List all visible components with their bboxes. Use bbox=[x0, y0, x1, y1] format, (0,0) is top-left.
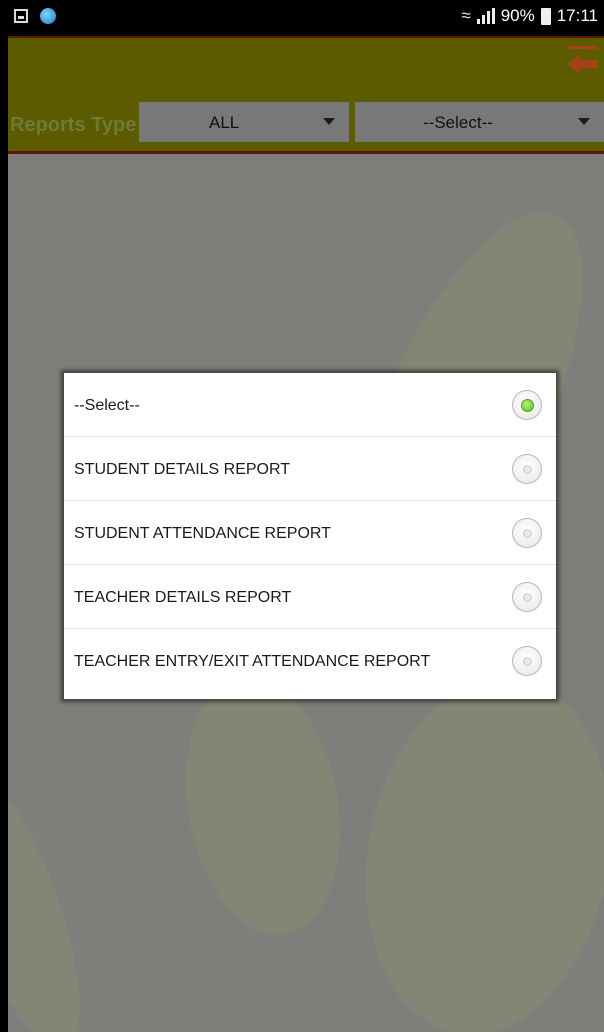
report-type-dropdown[interactable]: ALL bbox=[139, 102, 349, 142]
status-bar: ≈ 90% 17:11 bbox=[0, 0, 604, 36]
gallery-icon bbox=[14, 9, 28, 23]
option-teacher-entry-exit-attendance-report[interactable]: TEACHER ENTRY/EXIT ATTENDANCE REPORT bbox=[64, 629, 556, 695]
dropdown-arrow-icon bbox=[578, 118, 590, 125]
phone-screen: ≈ 90% 17:11 Reports Type ALL --Select-- … bbox=[0, 0, 604, 1032]
report-name-dropdown[interactable]: --Select-- bbox=[355, 102, 604, 142]
radio-unselected-icon[interactable] bbox=[512, 646, 542, 676]
option-teacher-details-report[interactable]: TEACHER DETAILS REPORT bbox=[64, 565, 556, 629]
background-leaf-decoration bbox=[8, 749, 107, 1032]
battery-icon bbox=[540, 7, 551, 25]
dropdown-arrow-icon bbox=[323, 118, 335, 125]
radio-selected-icon[interactable] bbox=[512, 390, 542, 420]
option-student-attendance-report[interactable]: STUDENT ATTENDANCE REPORT bbox=[64, 501, 556, 565]
report-type-value: ALL bbox=[209, 113, 240, 132]
background-leaf-decoration bbox=[338, 657, 604, 1032]
clock-time: 17:11 bbox=[556, 6, 598, 25]
option-label: TEACHER ENTRY/EXIT ATTENDANCE REPORT bbox=[74, 653, 431, 670]
option-student-details-report[interactable]: STUDENT DETAILS REPORT bbox=[64, 437, 556, 501]
report-select-dialog: --Select-- STUDENT DETAILS REPORT STUDEN… bbox=[64, 373, 556, 699]
background-leaf-decoration bbox=[166, 664, 360, 948]
option-select[interactable]: --Select-- bbox=[64, 373, 556, 437]
back-arrow-icon[interactable] bbox=[568, 46, 598, 76]
app-icon bbox=[40, 8, 56, 24]
signal-icon bbox=[476, 8, 495, 24]
status-right: ≈ 90% 17:11 bbox=[461, 6, 598, 26]
option-label: STUDENT DETAILS REPORT bbox=[74, 461, 291, 478]
report-name-value: --Select-- bbox=[423, 113, 493, 132]
status-left-icons bbox=[14, 8, 56, 24]
option-label: STUDENT ATTENDANCE REPORT bbox=[74, 525, 331, 542]
wifi-icon: ≈ bbox=[461, 6, 471, 25]
radio-unselected-icon[interactable] bbox=[512, 582, 542, 612]
option-label: TEACHER DETAILS REPORT bbox=[74, 589, 292, 606]
reports-type-label: Reports Type bbox=[10, 114, 137, 136]
option-label: --Select-- bbox=[74, 397, 140, 414]
reports-header: Reports Type ALL --Select-- bbox=[8, 36, 604, 154]
battery-percent: 90% bbox=[500, 6, 535, 25]
radio-unselected-icon[interactable] bbox=[512, 518, 542, 548]
radio-unselected-icon[interactable] bbox=[512, 454, 542, 484]
